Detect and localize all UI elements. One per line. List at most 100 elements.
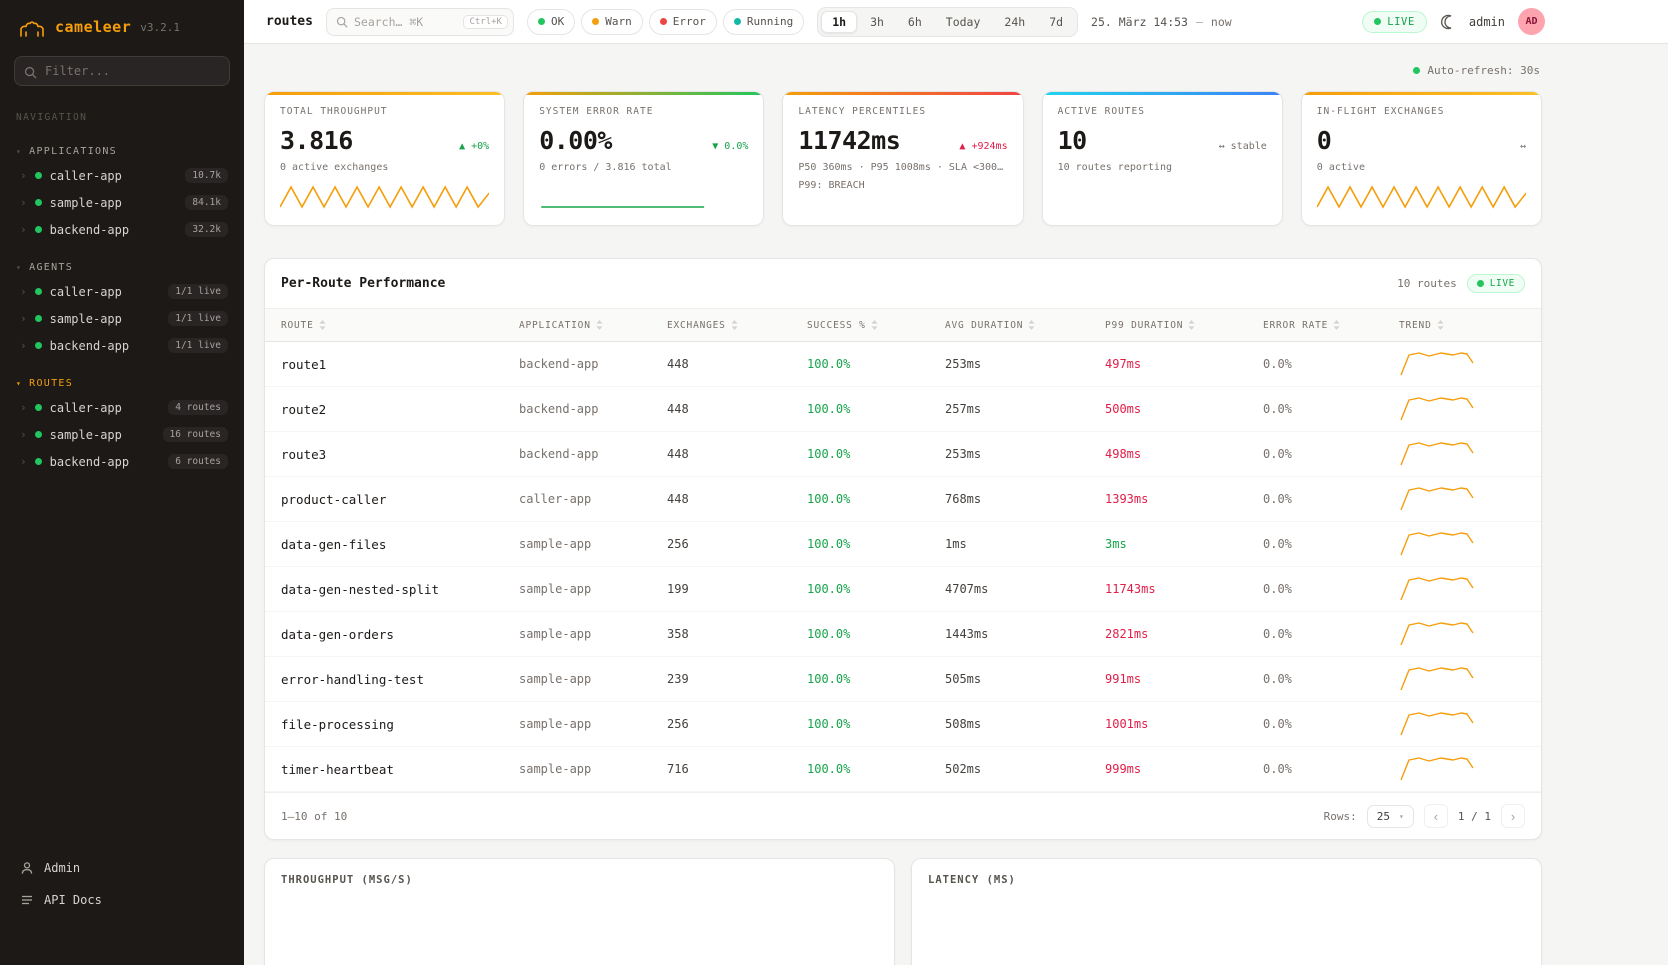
column-header-p99-duration[interactable]: P99 DURATION	[1105, 320, 1263, 331]
table-row-data-gen-files[interactable]: data-gen-files sample-app 256 100.0% 1ms…	[265, 522, 1541, 567]
dark-mode-toggle[interactable]	[1440, 14, 1456, 30]
search-input[interactable]	[354, 15, 457, 29]
kpi-active-routes: ACTIVE ROUTES 10 ↔ stable 10 routes repo…	[1042, 91, 1283, 226]
table-live-badge: LIVE	[1467, 274, 1525, 293]
sidebar-item-api-docs[interactable]: API Docs	[16, 887, 228, 913]
time-range-today[interactable]: Today	[935, 11, 992, 33]
filter-chip-ok[interactable]: OK	[527, 9, 575, 35]
search-icon	[336, 16, 348, 28]
route-exchanges: 358	[667, 627, 807, 641]
sort-icon	[731, 320, 738, 330]
datetime-range[interactable]: 25. März 14:53 — now	[1091, 15, 1232, 29]
kpi-accent-bar	[265, 92, 504, 95]
kpi-accent-bar	[1043, 92, 1282, 95]
time-range-6h[interactable]: 6h	[897, 11, 933, 33]
count-badge: 10.7k	[185, 168, 228, 183]
column-header-trend[interactable]: TREND	[1399, 320, 1525, 331]
route-name: timer-heartbeat	[281, 762, 519, 777]
item-label: sample-app	[50, 196, 178, 210]
route-p99-duration: 999ms	[1105, 762, 1263, 776]
live-label: LIVE	[1387, 16, 1415, 28]
route-avg-duration: 1ms	[945, 537, 1105, 551]
user-icon	[20, 861, 34, 875]
route-avg-duration: 4707ms	[945, 582, 1105, 596]
column-header-avg-duration[interactable]: AVG DURATION	[945, 320, 1105, 331]
section-header-agents[interactable]: ▾ AGENTS	[0, 257, 244, 278]
next-page-button[interactable]: ›	[1501, 804, 1525, 828]
route-exchanges: 256	[667, 537, 807, 551]
in-flight-sparkline	[1317, 179, 1526, 213]
sidebar-item-applications-backend-app[interactable]: › backend-app 32.2k	[0, 216, 244, 243]
sort-icon	[871, 320, 878, 330]
kpi-label: SYSTEM ERROR RATE	[539, 106, 748, 117]
sidebar-item-routes-backend-app[interactable]: › backend-app 6 routes	[0, 448, 244, 475]
filter-chip-running[interactable]: Running	[723, 9, 804, 35]
sidebar-section-applications: ▾ APPLICATIONS › caller-app 10.7k › samp…	[0, 141, 244, 243]
section-header-routes[interactable]: ▾ ROUTES	[0, 373, 244, 394]
route-error-rate: 0.0%	[1263, 492, 1399, 506]
kpi-label: ACTIVE ROUTES	[1058, 106, 1267, 117]
caret-down-icon: ▾	[1399, 812, 1404, 821]
kpi-system-error-rate: SYSTEM ERROR RATE 0.00% ▼ 0.0% 0 errors …	[523, 91, 764, 226]
route-p99-duration: 2821ms	[1105, 627, 1263, 641]
time-range-3h[interactable]: 3h	[859, 11, 895, 33]
prev-page-button[interactable]: ‹	[1424, 804, 1448, 828]
sidebar-item-routes-sample-app[interactable]: › sample-app 16 routes	[0, 421, 244, 448]
route-application: backend-app	[519, 402, 667, 416]
time-range-7d[interactable]: 7d	[1038, 11, 1074, 33]
column-header-exchanges[interactable]: EXCHANGES	[667, 320, 807, 331]
filter-chip-warn[interactable]: Warn	[581, 9, 643, 35]
table-row-file-processing[interactable]: file-processing sample-app 256 100.0% 50…	[265, 702, 1541, 747]
chevron-right-icon: ›	[20, 312, 27, 325]
top-bar: routes Ctrl+K OK Warn Error Ru	[244, 0, 1668, 44]
table-row-product-caller[interactable]: product-caller caller-app 448 100.0% 768…	[265, 477, 1541, 522]
pagination-range: 1–10 of 10	[281, 810, 347, 823]
live-badge: 1/1 live	[168, 311, 228, 326]
sidebar-item-admin[interactable]: Admin	[16, 855, 228, 881]
sidebar-item-applications-sample-app[interactable]: › sample-app 84.1k	[0, 189, 244, 216]
time-range-24h[interactable]: 24h	[993, 11, 1036, 33]
sidebar-item-agents-sample-app[interactable]: › sample-app 1/1 live	[0, 305, 244, 332]
table-row-route1[interactable]: route1 backend-app 448 100.0% 253ms 497m…	[265, 342, 1541, 387]
time-range-1h[interactable]: 1h	[821, 11, 857, 33]
live-label: LIVE	[1490, 278, 1515, 289]
filter-chip-error[interactable]: Error	[649, 9, 717, 35]
page-title: routes	[266, 14, 313, 29]
sidebar-item-agents-backend-app[interactable]: › backend-app 1/1 live	[0, 332, 244, 359]
chevron-right-icon: ›	[20, 196, 27, 209]
sidebar-item-routes-caller-app[interactable]: › caller-app 4 routes	[0, 394, 244, 421]
route-trend-sparkline	[1399, 664, 1525, 694]
rows-per-page-select[interactable]: 25 ▾	[1367, 805, 1414, 828]
column-header-error-rate[interactable]: ERROR RATE	[1263, 320, 1399, 331]
live-toggle[interactable]: LIVE	[1362, 11, 1427, 33]
route-name: data-gen-files	[281, 537, 519, 552]
sidebar-item-applications-caller-app[interactable]: › caller-app 10.7k	[0, 162, 244, 189]
route-success: 100.0%	[807, 672, 945, 686]
table-row-data-gen-orders[interactable]: data-gen-orders sample-app 358 100.0% 14…	[265, 612, 1541, 657]
rows-per-page-value: 25	[1377, 810, 1390, 823]
column-header-application[interactable]: APPLICATION	[519, 320, 667, 331]
route-trend-sparkline	[1399, 349, 1525, 379]
app-logo[interactable]: cameleer v3.2.1	[0, 0, 244, 50]
column-header-route[interactable]: ROUTE	[281, 320, 519, 331]
table-footer: 1–10 of 10 Rows: 25 ▾ ‹ 1 / 1 ›	[265, 792, 1541, 839]
kpi-accent-bar	[1302, 92, 1541, 95]
sidebar-item-agents-caller-app[interactable]: › caller-app 1/1 live	[0, 278, 244, 305]
section-header-applications[interactable]: ▾ APPLICATIONS	[0, 141, 244, 162]
route-name: route2	[281, 402, 519, 417]
table-row-route2[interactable]: route2 backend-app 448 100.0% 257ms 500m…	[265, 387, 1541, 432]
table-row-timer-heartbeat[interactable]: timer-heartbeat sample-app 716 100.0% 50…	[265, 747, 1541, 792]
table-row-data-gen-nested-split[interactable]: data-gen-nested-split sample-app 199 100…	[265, 567, 1541, 612]
chevron-left-icon: ‹	[1434, 809, 1438, 824]
table-row-route3[interactable]: route3 backend-app 448 100.0% 253ms 498m…	[265, 432, 1541, 477]
dashboard-content: Auto-refresh: 30s TOTAL THROUGHPUT 3.816…	[244, 44, 1668, 965]
status-dot	[35, 342, 42, 349]
column-header-success[interactable]: SUCCESS %	[807, 320, 945, 331]
section-label: ROUTES	[29, 378, 73, 389]
route-exchanges: 239	[667, 672, 807, 686]
filter-input[interactable]	[14, 56, 230, 86]
item-label: sample-app	[50, 312, 161, 326]
avatar[interactable]: AD	[1518, 8, 1545, 35]
search-icon	[24, 64, 37, 83]
table-row-error-handling-test[interactable]: error-handling-test sample-app 239 100.0…	[265, 657, 1541, 702]
